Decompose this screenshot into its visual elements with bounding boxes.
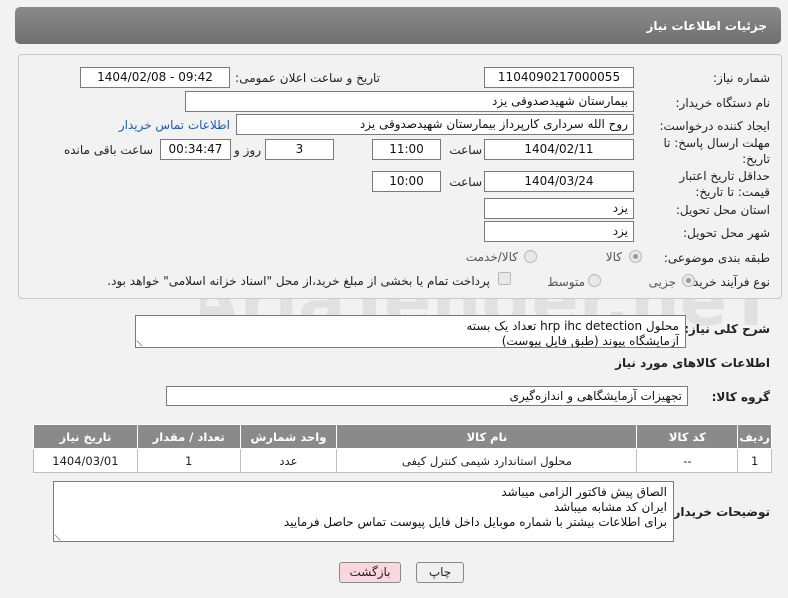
cell-goods-code: -- (636, 448, 739, 473)
price-validity-label: حداقل تاریخ اعتبار قیمت: تا تاریخ: (679, 169, 770, 199)
col-quantity: تعداد / مقدار (136, 424, 241, 449)
page-title: جزئیات اطلاعات نیاز (646, 19, 767, 33)
col-row-number: ردیف (737, 424, 772, 449)
description-label: شرح کلی نیاز: (684, 322, 770, 336)
announce-label: تاریخ و ساعت اعلان عمومی: (235, 71, 380, 85)
description-textarea[interactable]: محلول hrp ihc detection تعداد یک بسته آز… (135, 315, 686, 348)
remaining-time-field: 00:34:47 (160, 139, 231, 160)
price-validity-time-field: 10:00 (372, 171, 441, 192)
creator-label: ایجاد کننده درخواست: (659, 119, 770, 133)
category-radio-goods[interactable] (629, 250, 642, 263)
creator-field: روح الله سرداری کارپرداز بیمارستان شهیدص… (236, 114, 634, 135)
cell-goods-name: محلول استاندارد شیمی کنترل کیفی (336, 448, 638, 473)
province-field: یزد (484, 198, 634, 219)
cell-need-date: 1404/03/01 (33, 448, 138, 473)
buyer-notes-line-1: الصاق پیش فاکتور الزامی میباشد (501, 485, 667, 499)
goods-section-title: اطلاعات کالاهای مورد نیاز (615, 356, 770, 370)
category-option-goods: کالا (605, 250, 622, 264)
payment-note: پرداخت تمام یا بخشی از مبلغ خرید،از محل … (107, 274, 490, 288)
resize-grip-icon[interactable] (54, 529, 66, 541)
category-option-goods-service: کالا/خدمت (465, 250, 518, 264)
announce-field: 1404/02/08 - 09:42 (80, 67, 230, 88)
goods-table-header: ردیف کد کالا نام کالا واحد شمارش تعداد /… (33, 424, 772, 449)
process-label: نوع فرآیند خرید : (685, 275, 770, 289)
remaining-label: ساعت باقی مانده (63, 143, 153, 157)
price-validity-date-field: 1404/03/24 (484, 171, 634, 192)
cell-quantity: 1 (136, 448, 241, 473)
col-unit: واحد شمارش (239, 424, 338, 449)
goods-table: ردیف کد کالا نام کالا واحد شمارش تعداد /… (33, 424, 772, 473)
price-validity-time-label: ساعت (449, 175, 482, 189)
city-label: شهر محل تحویل: (683, 226, 770, 240)
process-radio-medium[interactable] (588, 274, 601, 287)
page-title-bar: جزئیات اطلاعات نیاز (15, 7, 781, 44)
deadline-time-field: 11:00 (372, 139, 441, 160)
col-need-date: تاریخ نیاز (33, 424, 138, 449)
deadline-date-field: 1404/02/11 (484, 139, 634, 160)
process-option-minor: جزیی (648, 275, 676, 289)
category-radio-goods-service[interactable] (524, 250, 537, 263)
goods-group-field: تجهیزات آزمایشگاهی و اندازه‌گیری (166, 386, 688, 406)
buyer-notes-textarea[interactable]: الصاق پیش فاکتور الزامی میباشد ایران کد … (53, 481, 674, 542)
buyer-notes-line-3: برای اطلاعات بیشتر با شماره موبایل داخل … (283, 515, 667, 529)
city-field: یزد (484, 221, 634, 242)
col-goods-code: کد کالا (636, 424, 739, 449)
deadline-label: مهلت ارسال پاسخ: تا تاریخ: (663, 136, 770, 166)
days-field: 3 (265, 139, 334, 160)
col-goods-name: نام کالا (336, 424, 638, 449)
buyer-org-label: نام دستگاه خریدار: (675, 96, 771, 110)
print-button[interactable]: چاپ (416, 562, 464, 583)
cell-row-number: 1 (737, 448, 772, 473)
need-number-label: شماره نیاز: (713, 71, 770, 85)
buyer-org-field: بیمارستان شهیدصدوقی یزد (185, 91, 634, 112)
buyer-notes-line-2: ایران کد مشابه میباشد (553, 500, 667, 514)
cell-unit: عدد (239, 448, 338, 473)
deadline-time-label: ساعت (449, 143, 482, 157)
goods-group-label: گروه کالا: (711, 390, 770, 404)
days-label: روز و (234, 143, 261, 157)
description-line-2: آزمایشگاه پیوند (طبق فایل پیوست) (501, 334, 679, 348)
table-row: 1 -- محلول استاندارد شیمی کنترل کیفی عدد… (33, 448, 772, 473)
province-label: استان محل تحویل: (675, 203, 770, 217)
buyer-contact-link[interactable]: اطلاعات تماس خریدار (119, 118, 230, 132)
treasury-checkbox[interactable] (498, 272, 511, 285)
need-number-field: 1104090217000055 (484, 67, 634, 88)
back-button[interactable]: بازگشت (339, 562, 401, 583)
process-radio-minor[interactable] (682, 274, 695, 287)
category-label: طبقه بندی موضوعی: (663, 251, 770, 265)
process-option-medium: متوسط (547, 275, 585, 289)
description-line-1: محلول hrp ihc detection تعداد یک بسته (466, 319, 679, 333)
buyer-notes-label: توضیحات خریدار: (668, 505, 770, 519)
